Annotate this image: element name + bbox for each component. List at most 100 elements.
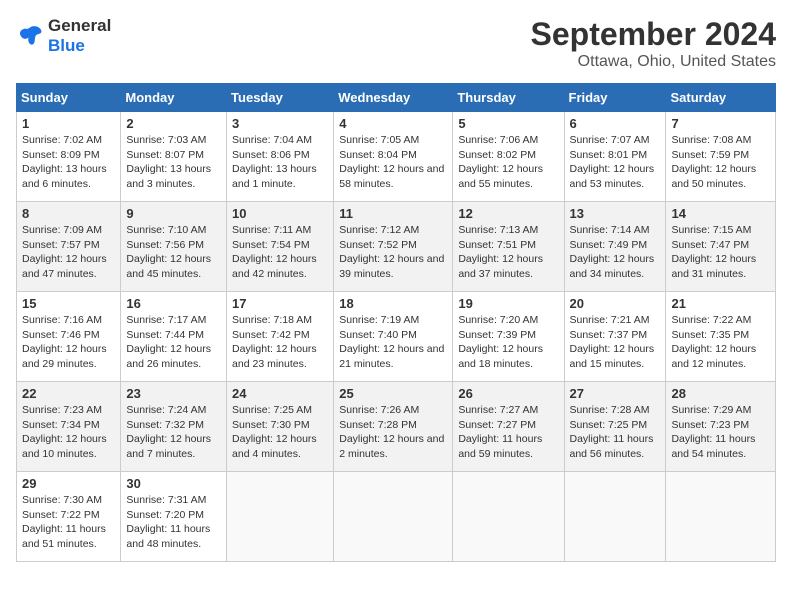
sunrise-text: Sunrise: 7:31 AM bbox=[126, 493, 221, 508]
day-info: Sunrise: 7:23 AM Sunset: 7:34 PM Dayligh… bbox=[22, 403, 115, 462]
calendar-cell bbox=[666, 472, 776, 562]
sunset-text: Sunset: 7:40 PM bbox=[339, 328, 447, 343]
sunrise-text: Sunrise: 7:21 AM bbox=[570, 313, 661, 328]
sunset-text: Sunset: 7:57 PM bbox=[22, 238, 115, 253]
day-number: 6 bbox=[570, 116, 661, 131]
day-number: 23 bbox=[126, 386, 221, 401]
day-number: 19 bbox=[458, 296, 558, 311]
sunset-text: Sunset: 7:56 PM bbox=[126, 238, 221, 253]
sunrise-text: Sunrise: 7:02 AM bbox=[22, 133, 115, 148]
day-info: Sunrise: 7:19 AM Sunset: 7:40 PM Dayligh… bbox=[339, 313, 447, 372]
daylight-text: Daylight: 12 hours and 42 minutes. bbox=[232, 252, 328, 281]
daylight-text: Daylight: 12 hours and 15 minutes. bbox=[570, 342, 661, 371]
daylight-text: Daylight: 12 hours and 10 minutes. bbox=[22, 432, 115, 461]
sunset-text: Sunset: 8:09 PM bbox=[22, 148, 115, 163]
day-info: Sunrise: 7:29 AM Sunset: 7:23 PM Dayligh… bbox=[671, 403, 770, 462]
day-number: 28 bbox=[671, 386, 770, 401]
sunset-text: Sunset: 7:27 PM bbox=[458, 418, 558, 433]
calendar-cell: 5 Sunrise: 7:06 AM Sunset: 8:02 PM Dayli… bbox=[453, 112, 564, 202]
daylight-text: Daylight: 12 hours and 53 minutes. bbox=[570, 162, 661, 191]
calendar-cell: 17 Sunrise: 7:18 AM Sunset: 7:42 PM Dayl… bbox=[227, 292, 334, 382]
page-header: General Blue September 2024 Ottawa, Ohio… bbox=[16, 16, 776, 71]
weekday-header-sunday: Sunday bbox=[17, 84, 121, 112]
day-number: 8 bbox=[22, 206, 115, 221]
sunset-text: Sunset: 7:22 PM bbox=[22, 508, 115, 523]
sunset-text: Sunset: 8:01 PM bbox=[570, 148, 661, 163]
daylight-text: Daylight: 12 hours and 34 minutes. bbox=[570, 252, 661, 281]
day-info: Sunrise: 7:18 AM Sunset: 7:42 PM Dayligh… bbox=[232, 313, 328, 372]
calendar-cell: 8 Sunrise: 7:09 AM Sunset: 7:57 PM Dayli… bbox=[17, 202, 121, 292]
sunrise-text: Sunrise: 7:03 AM bbox=[126, 133, 221, 148]
daylight-text: Daylight: 12 hours and 50 minutes. bbox=[671, 162, 770, 191]
sunrise-text: Sunrise: 7:20 AM bbox=[458, 313, 558, 328]
sunset-text: Sunset: 7:51 PM bbox=[458, 238, 558, 253]
daylight-text: Daylight: 12 hours and 7 minutes. bbox=[126, 432, 221, 461]
day-number: 25 bbox=[339, 386, 447, 401]
calendar-cell: 15 Sunrise: 7:16 AM Sunset: 7:46 PM Dayl… bbox=[17, 292, 121, 382]
day-info: Sunrise: 7:10 AM Sunset: 7:56 PM Dayligh… bbox=[126, 223, 221, 282]
sunset-text: Sunset: 8:07 PM bbox=[126, 148, 221, 163]
daylight-text: Daylight: 13 hours and 3 minutes. bbox=[126, 162, 221, 191]
calendar-week-row: 15 Sunrise: 7:16 AM Sunset: 7:46 PM Dayl… bbox=[17, 292, 776, 382]
day-number: 14 bbox=[671, 206, 770, 221]
sunrise-text: Sunrise: 7:28 AM bbox=[570, 403, 661, 418]
sunrise-text: Sunrise: 7:29 AM bbox=[671, 403, 770, 418]
logo-icon bbox=[16, 22, 44, 50]
sunrise-text: Sunrise: 7:04 AM bbox=[232, 133, 328, 148]
day-info: Sunrise: 7:15 AM Sunset: 7:47 PM Dayligh… bbox=[671, 223, 770, 282]
sunset-text: Sunset: 7:34 PM bbox=[22, 418, 115, 433]
day-info: Sunrise: 7:04 AM Sunset: 8:06 PM Dayligh… bbox=[232, 133, 328, 192]
weekday-header-tuesday: Tuesday bbox=[227, 84, 334, 112]
day-number: 10 bbox=[232, 206, 328, 221]
daylight-text: Daylight: 12 hours and 21 minutes. bbox=[339, 342, 447, 371]
sunrise-text: Sunrise: 7:09 AM bbox=[22, 223, 115, 238]
sunrise-text: Sunrise: 7:11 AM bbox=[232, 223, 328, 238]
day-info: Sunrise: 7:06 AM Sunset: 8:02 PM Dayligh… bbox=[458, 133, 558, 192]
calendar-week-row: 22 Sunrise: 7:23 AM Sunset: 7:34 PM Dayl… bbox=[17, 382, 776, 472]
weekday-header-wednesday: Wednesday bbox=[334, 84, 453, 112]
location-title: Ottawa, Ohio, United States bbox=[531, 53, 776, 71]
daylight-text: Daylight: 12 hours and 12 minutes. bbox=[671, 342, 770, 371]
day-info: Sunrise: 7:14 AM Sunset: 7:49 PM Dayligh… bbox=[570, 223, 661, 282]
day-number: 2 bbox=[126, 116, 221, 131]
day-info: Sunrise: 7:26 AM Sunset: 7:28 PM Dayligh… bbox=[339, 403, 447, 462]
logo-text: General Blue bbox=[48, 16, 111, 56]
day-info: Sunrise: 7:27 AM Sunset: 7:27 PM Dayligh… bbox=[458, 403, 558, 462]
daylight-text: Daylight: 12 hours and 2 minutes. bbox=[339, 432, 447, 461]
logo: General Blue bbox=[16, 16, 111, 56]
daylight-text: Daylight: 12 hours and 18 minutes. bbox=[458, 342, 558, 371]
daylight-text: Daylight: 12 hours and 26 minutes. bbox=[126, 342, 221, 371]
daylight-text: Daylight: 12 hours and 58 minutes. bbox=[339, 162, 447, 191]
sunrise-text: Sunrise: 7:25 AM bbox=[232, 403, 328, 418]
sunset-text: Sunset: 7:23 PM bbox=[671, 418, 770, 433]
day-number: 30 bbox=[126, 476, 221, 491]
sunrise-text: Sunrise: 7:14 AM bbox=[570, 223, 661, 238]
day-info: Sunrise: 7:20 AM Sunset: 7:39 PM Dayligh… bbox=[458, 313, 558, 372]
daylight-text: Daylight: 12 hours and 31 minutes. bbox=[671, 252, 770, 281]
day-number: 9 bbox=[126, 206, 221, 221]
daylight-text: Daylight: 13 hours and 1 minute. bbox=[232, 162, 328, 191]
calendar-cell: 22 Sunrise: 7:23 AM Sunset: 7:34 PM Dayl… bbox=[17, 382, 121, 472]
day-info: Sunrise: 7:21 AM Sunset: 7:37 PM Dayligh… bbox=[570, 313, 661, 372]
calendar-cell: 28 Sunrise: 7:29 AM Sunset: 7:23 PM Dayl… bbox=[666, 382, 776, 472]
calendar-cell: 6 Sunrise: 7:07 AM Sunset: 8:01 PM Dayli… bbox=[564, 112, 666, 202]
day-number: 15 bbox=[22, 296, 115, 311]
day-info: Sunrise: 7:02 AM Sunset: 8:09 PM Dayligh… bbox=[22, 133, 115, 192]
weekday-header-row: SundayMondayTuesdayWednesdayThursdayFrid… bbox=[17, 84, 776, 112]
daylight-text: Daylight: 11 hours and 48 minutes. bbox=[126, 522, 221, 551]
calendar-cell: 9 Sunrise: 7:10 AM Sunset: 7:56 PM Dayli… bbox=[121, 202, 227, 292]
sunset-text: Sunset: 7:37 PM bbox=[570, 328, 661, 343]
daylight-text: Daylight: 11 hours and 59 minutes. bbox=[458, 432, 558, 461]
day-info: Sunrise: 7:17 AM Sunset: 7:44 PM Dayligh… bbox=[126, 313, 221, 372]
sunrise-text: Sunrise: 7:10 AM bbox=[126, 223, 221, 238]
day-number: 7 bbox=[671, 116, 770, 131]
day-info: Sunrise: 7:12 AM Sunset: 7:52 PM Dayligh… bbox=[339, 223, 447, 282]
day-number: 20 bbox=[570, 296, 661, 311]
sunrise-text: Sunrise: 7:16 AM bbox=[22, 313, 115, 328]
sunset-text: Sunset: 7:35 PM bbox=[671, 328, 770, 343]
weekday-header-thursday: Thursday bbox=[453, 84, 564, 112]
daylight-text: Daylight: 12 hours and 23 minutes. bbox=[232, 342, 328, 371]
sunrise-text: Sunrise: 7:18 AM bbox=[232, 313, 328, 328]
sunset-text: Sunset: 7:42 PM bbox=[232, 328, 328, 343]
calendar-cell: 24 Sunrise: 7:25 AM Sunset: 7:30 PM Dayl… bbox=[227, 382, 334, 472]
